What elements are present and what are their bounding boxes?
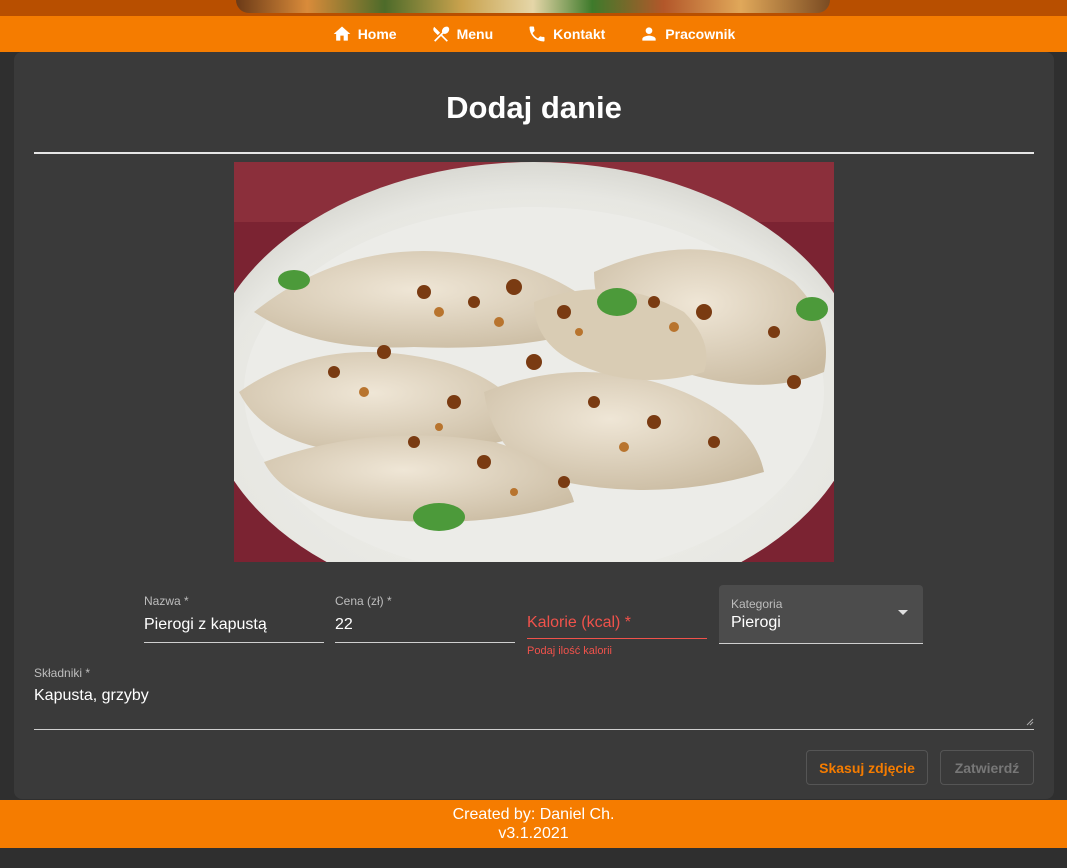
person-icon xyxy=(642,27,656,41)
kalorie-error: Podaj ilość kalorii xyxy=(527,645,612,657)
footer-credits: Created by: Daniel Ch. xyxy=(452,806,615,823)
skladniki-textarea[interactable]: Kapusta, grzyby xyxy=(34,687,149,705)
cena-input[interactable]: 22 xyxy=(335,616,515,643)
page-title: Dodaj danie xyxy=(446,90,622,125)
title-divider xyxy=(34,152,1034,154)
skladniki-label: Składniki * xyxy=(34,666,91,680)
nav-home-label: Home xyxy=(357,26,397,42)
dropdown-arrow-icon xyxy=(898,610,908,615)
banner-image xyxy=(236,0,830,13)
resize-handle-icon[interactable] xyxy=(1026,718,1034,726)
nav-menu-label: Menu xyxy=(456,26,494,42)
zatwierdz-button[interactable]: Zatwierdź xyxy=(940,750,1034,785)
cutlery-icon xyxy=(432,26,449,42)
nav-pracownik[interactable]: Pracownik xyxy=(622,16,752,52)
kategoria-select[interactable]: Kategoria Pierogi xyxy=(719,585,923,644)
dish-photo xyxy=(234,162,834,562)
nav-kontakt[interactable]: Kontakt xyxy=(510,16,622,52)
navbar: Home Menu Kontakt Pracownik xyxy=(0,16,1067,52)
cena-label: Cena (zł) * xyxy=(335,594,392,608)
kategoria-value: Pierogi xyxy=(731,614,781,631)
kategoria-label: Kategoria xyxy=(731,597,783,611)
pierogi-photo-illustration xyxy=(234,162,834,562)
add-dish-card: Dodaj danie Nazwa * Pierogi z kapustą Ce… xyxy=(14,52,1054,799)
footer: Created by: Daniel Ch. v3.1.2021 xyxy=(0,800,1067,848)
nazwa-field[interactable]: Nazwa * Pierogi z kapustą xyxy=(144,594,324,643)
cena-field[interactable]: Cena (zł) * 22 xyxy=(335,594,515,643)
nav-menu[interactable]: Menu xyxy=(414,16,511,52)
kalorie-input[interactable]: Kalorie (kcal) * xyxy=(527,614,707,639)
nav-home[interactable]: Home xyxy=(315,16,414,52)
nav-kontakt-label: Kontakt xyxy=(553,26,606,42)
skasuj-zdjecie-button[interactable]: Skasuj zdjęcie xyxy=(806,750,928,785)
nazwa-input[interactable]: Pierogi z kapustą xyxy=(144,616,324,643)
kalorie-field[interactable]: Kalorie (kcal) * Podaj ilość kalorii xyxy=(527,586,707,657)
home-icon xyxy=(333,26,351,41)
top-strip xyxy=(0,0,1067,16)
nav-pracownik-label: Pracownik xyxy=(665,26,736,42)
skladniki-underline xyxy=(34,729,1034,730)
footer-version: v3.1.2021 xyxy=(498,825,569,842)
phone-icon xyxy=(529,26,545,42)
nazwa-label: Nazwa * xyxy=(144,594,189,608)
